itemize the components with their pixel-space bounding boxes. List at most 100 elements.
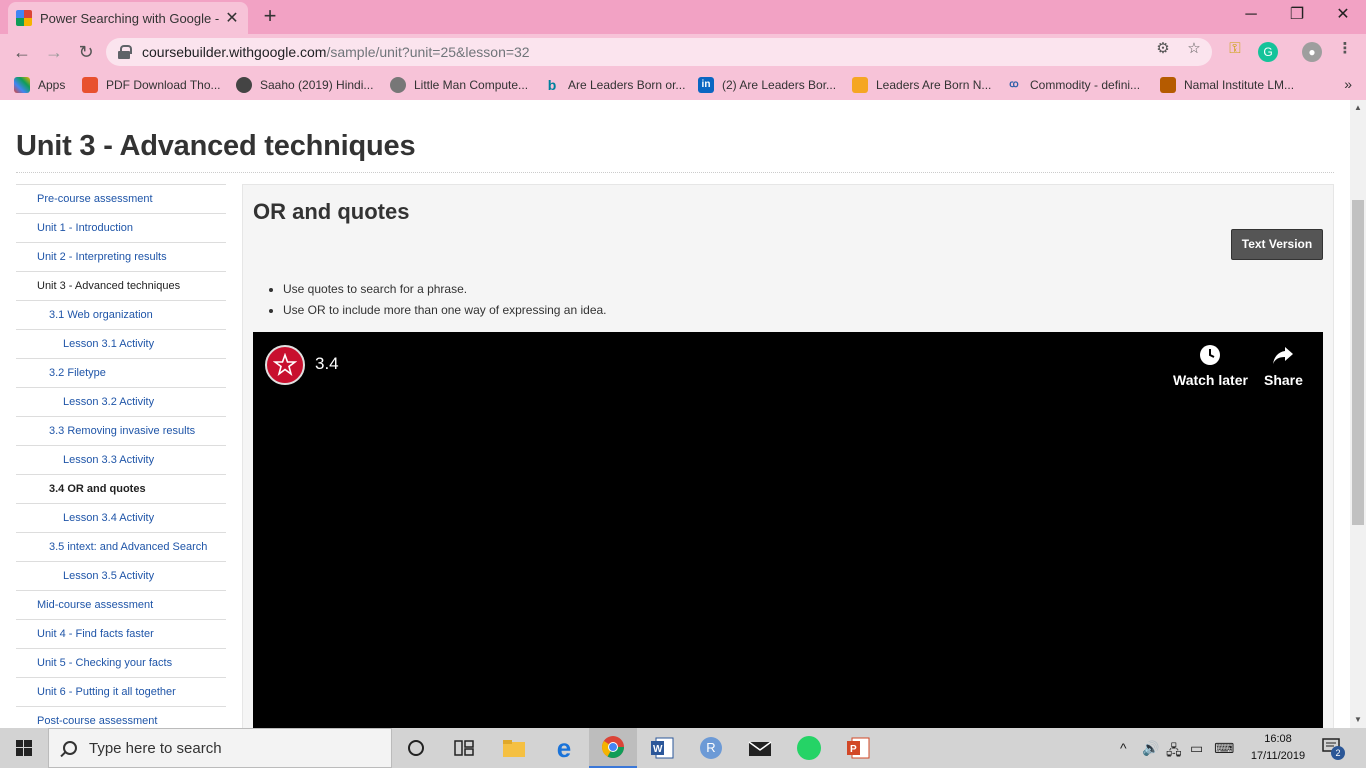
nav-item-lesson-3-2-activity[interactable]: Lesson 3.2 Activity xyxy=(16,387,226,416)
bookmarks-overflow-button[interactable]: » xyxy=(1344,76,1352,92)
close-tab-icon[interactable]: ✕ xyxy=(224,8,240,28)
graduation-cap-icon xyxy=(1160,77,1176,93)
minimize-button[interactable]: ─ xyxy=(1228,0,1274,30)
start-button[interactable] xyxy=(0,728,48,768)
bookmark-label: Apps xyxy=(38,78,66,92)
nav-item-3-2[interactable]: 3.2 Filetype xyxy=(16,358,226,387)
bookmark-star-icon[interactable]: ☆ xyxy=(1185,40,1203,58)
close-window-button[interactable]: ✕ xyxy=(1320,0,1366,30)
page-scrollbar[interactable]: ▲ ▼ xyxy=(1350,100,1366,728)
video-title[interactable]: 3.4 xyxy=(315,354,339,374)
linkedin-icon: in xyxy=(698,77,714,93)
bookmark-linkedin-leaders[interactable]: in (2) Are Leaders Bor... xyxy=(698,76,836,94)
address-bar[interactable]: coursebuilder.withgoogle.com/sample/unit… xyxy=(106,38,1212,66)
watch-later-button[interactable]: Watch later xyxy=(1173,344,1248,388)
url-path: /sample/unit?unit=25&lesson=32 xyxy=(326,44,530,60)
bookmark-commodity[interactable]: ꭃ Commodity - defini... xyxy=(1006,76,1140,94)
new-tab-button[interactable]: + xyxy=(258,4,282,28)
volume-icon[interactable]: 🔊 xyxy=(1142,740,1159,757)
bookmark-label: (2) Are Leaders Bor... xyxy=(722,78,837,92)
nav-item-lesson-3-3-activity[interactable]: Lesson 3.3 Activity xyxy=(16,445,226,474)
bookmark-page-icon xyxy=(852,77,868,93)
bookmark-saaho[interactable]: Saaho (2019) Hindi... xyxy=(236,76,373,94)
grammarly-icon[interactable]: G xyxy=(1258,42,1278,62)
task-view-icon[interactable] xyxy=(440,728,488,768)
google-favicon-icon xyxy=(16,10,32,26)
investopedia-icon: ꭃ xyxy=(1009,79,1019,90)
video-player[interactable]: 3.4 Watch later Share xyxy=(253,332,1323,728)
nav-item-unit-5[interactable]: Unit 5 - Checking your facts xyxy=(16,648,226,677)
nav-item-3-3[interactable]: 3.3 Removing invasive results xyxy=(16,416,226,445)
edge-browser-icon[interactable]: e xyxy=(540,728,588,768)
whatsapp-icon[interactable] xyxy=(785,728,833,768)
restore-button[interactable]: ❐ xyxy=(1274,0,1320,30)
bookmarks-bar: Apps PDF Download Tho... Saaho (2019) Hi… xyxy=(0,70,1366,100)
watch-later-label: Watch later xyxy=(1173,372,1248,388)
pdf-icon xyxy=(82,77,98,93)
powerpoint-icon[interactable]: P xyxy=(834,728,882,768)
bookmark-leaders-born[interactable]: Leaders Are Born N... xyxy=(852,76,991,94)
profile-avatar-icon[interactable]: ● xyxy=(1302,42,1322,62)
scroll-up-arrow-icon[interactable]: ▲ xyxy=(1350,102,1366,114)
nav-item-unit-3[interactable]: Unit 3 - Advanced techniques xyxy=(16,271,226,300)
share-button[interactable]: Share xyxy=(1264,344,1303,388)
bookmark-label: Leaders Are Born N... xyxy=(876,78,992,92)
chrome-taskbar-icon[interactable] xyxy=(589,728,637,768)
film-reel-icon xyxy=(236,77,252,93)
reload-button[interactable]: ↻ xyxy=(74,40,98,64)
lesson-title: OR and quotes xyxy=(253,199,410,224)
nav-item-unit-6[interactable]: Unit 6 - Putting it all together xyxy=(16,677,226,706)
nav-item-3-5[interactable]: 3.5 intext: and Advanced Search xyxy=(16,532,226,561)
file-explorer-icon[interactable] xyxy=(490,728,538,768)
bookmark-label: PDF Download Tho... xyxy=(106,78,221,92)
svg-text:P: P xyxy=(850,744,857,755)
nav-item-unit-2[interactable]: Unit 2 - Interpreting results xyxy=(16,242,226,271)
nav-item-3-1[interactable]: 3.1 Web organization xyxy=(16,300,226,329)
lock-icon xyxy=(118,45,132,59)
action-center-icon[interactable]: 2 xyxy=(1322,737,1345,760)
keyboard-icon[interactable]: ⌨ xyxy=(1214,740,1234,757)
nav-item-lesson-3-4-activity[interactable]: Lesson 3.4 Activity xyxy=(16,503,226,532)
nav-item-lesson-3-5-activity[interactable]: Lesson 3.5 Activity xyxy=(16,561,226,590)
chrome-menu-icon[interactable]: ⋮ xyxy=(1336,40,1354,58)
cortana-icon[interactable] xyxy=(392,728,440,768)
bookmark-label: Saaho (2019) Hindi... xyxy=(260,78,374,92)
network-icon[interactable]: 🖧 xyxy=(1166,740,1182,764)
extension-key-icon[interactable]: ⚿ xyxy=(1226,40,1244,58)
channel-logo-icon[interactable] xyxy=(265,345,305,385)
show-hidden-icons-chevron-icon[interactable]: ^ xyxy=(1120,740,1127,756)
bookmark-pdf-download[interactable]: PDF Download Tho... xyxy=(82,76,221,94)
scrollbar-thumb[interactable] xyxy=(1352,200,1364,525)
word-icon[interactable]: W xyxy=(638,728,686,768)
nav-item-unit-1[interactable]: Unit 1 - Introduction xyxy=(16,213,226,242)
taskbar-clock[interactable]: 16:08 17/11/2019 xyxy=(1238,731,1318,765)
bing-icon: b xyxy=(547,77,557,93)
nav-item-mid-course-assessment[interactable]: Mid-course assessment xyxy=(16,590,226,619)
nav-item-unit-4[interactable]: Unit 4 - Find facts faster xyxy=(16,619,226,648)
windows-logo-icon xyxy=(16,740,32,756)
bookmark-namal[interactable]: Namal Institute LM... xyxy=(1160,76,1294,94)
apps-grid-icon xyxy=(14,77,30,93)
tab-strip: Power Searching with Google - ✕ + ─ ❐ ✕ xyxy=(0,0,1366,34)
nav-item-post-course-assessment[interactable]: Post-course assessment xyxy=(16,706,226,728)
mail-icon[interactable] xyxy=(736,728,784,768)
svg-text:W: W xyxy=(653,744,663,755)
bookmark-bing-leaders[interactable]: b Are Leaders Born or... xyxy=(544,76,686,94)
tab-title: Power Searching with Google - xyxy=(40,10,220,26)
nav-item-3-4-active[interactable]: 3.4 OR and quotes xyxy=(16,474,226,503)
bullet-item: Use quotes to search for a phrase. xyxy=(283,282,607,296)
bookmark-little-man[interactable]: Little Man Compute... xyxy=(390,76,528,94)
scroll-down-arrow-icon[interactable]: ▼ xyxy=(1350,714,1366,726)
battery-icon[interactable]: ▭ xyxy=(1190,740,1203,757)
nav-item-lesson-3-1-activity[interactable]: Lesson 3.1 Activity xyxy=(16,329,226,358)
nav-item-pre-course-assessment[interactable]: Pre-course assessment xyxy=(16,184,226,213)
translate-blocked-icon[interactable]: ⚙ xyxy=(1154,40,1172,58)
back-button[interactable]: ← xyxy=(10,40,34,64)
bookmark-apps[interactable]: Apps xyxy=(14,76,65,94)
browser-toolbar: ← → ↻ coursebuilder.withgoogle.com/sampl… xyxy=(0,34,1366,70)
browser-tab[interactable]: Power Searching with Google - ✕ xyxy=(8,2,248,34)
r-app-icon[interactable]: R xyxy=(687,728,735,768)
taskbar-search-input[interactable]: Type here to search xyxy=(48,728,392,768)
text-version-button[interactable]: Text Version xyxy=(1231,229,1323,260)
forward-button[interactable]: → xyxy=(42,40,66,64)
